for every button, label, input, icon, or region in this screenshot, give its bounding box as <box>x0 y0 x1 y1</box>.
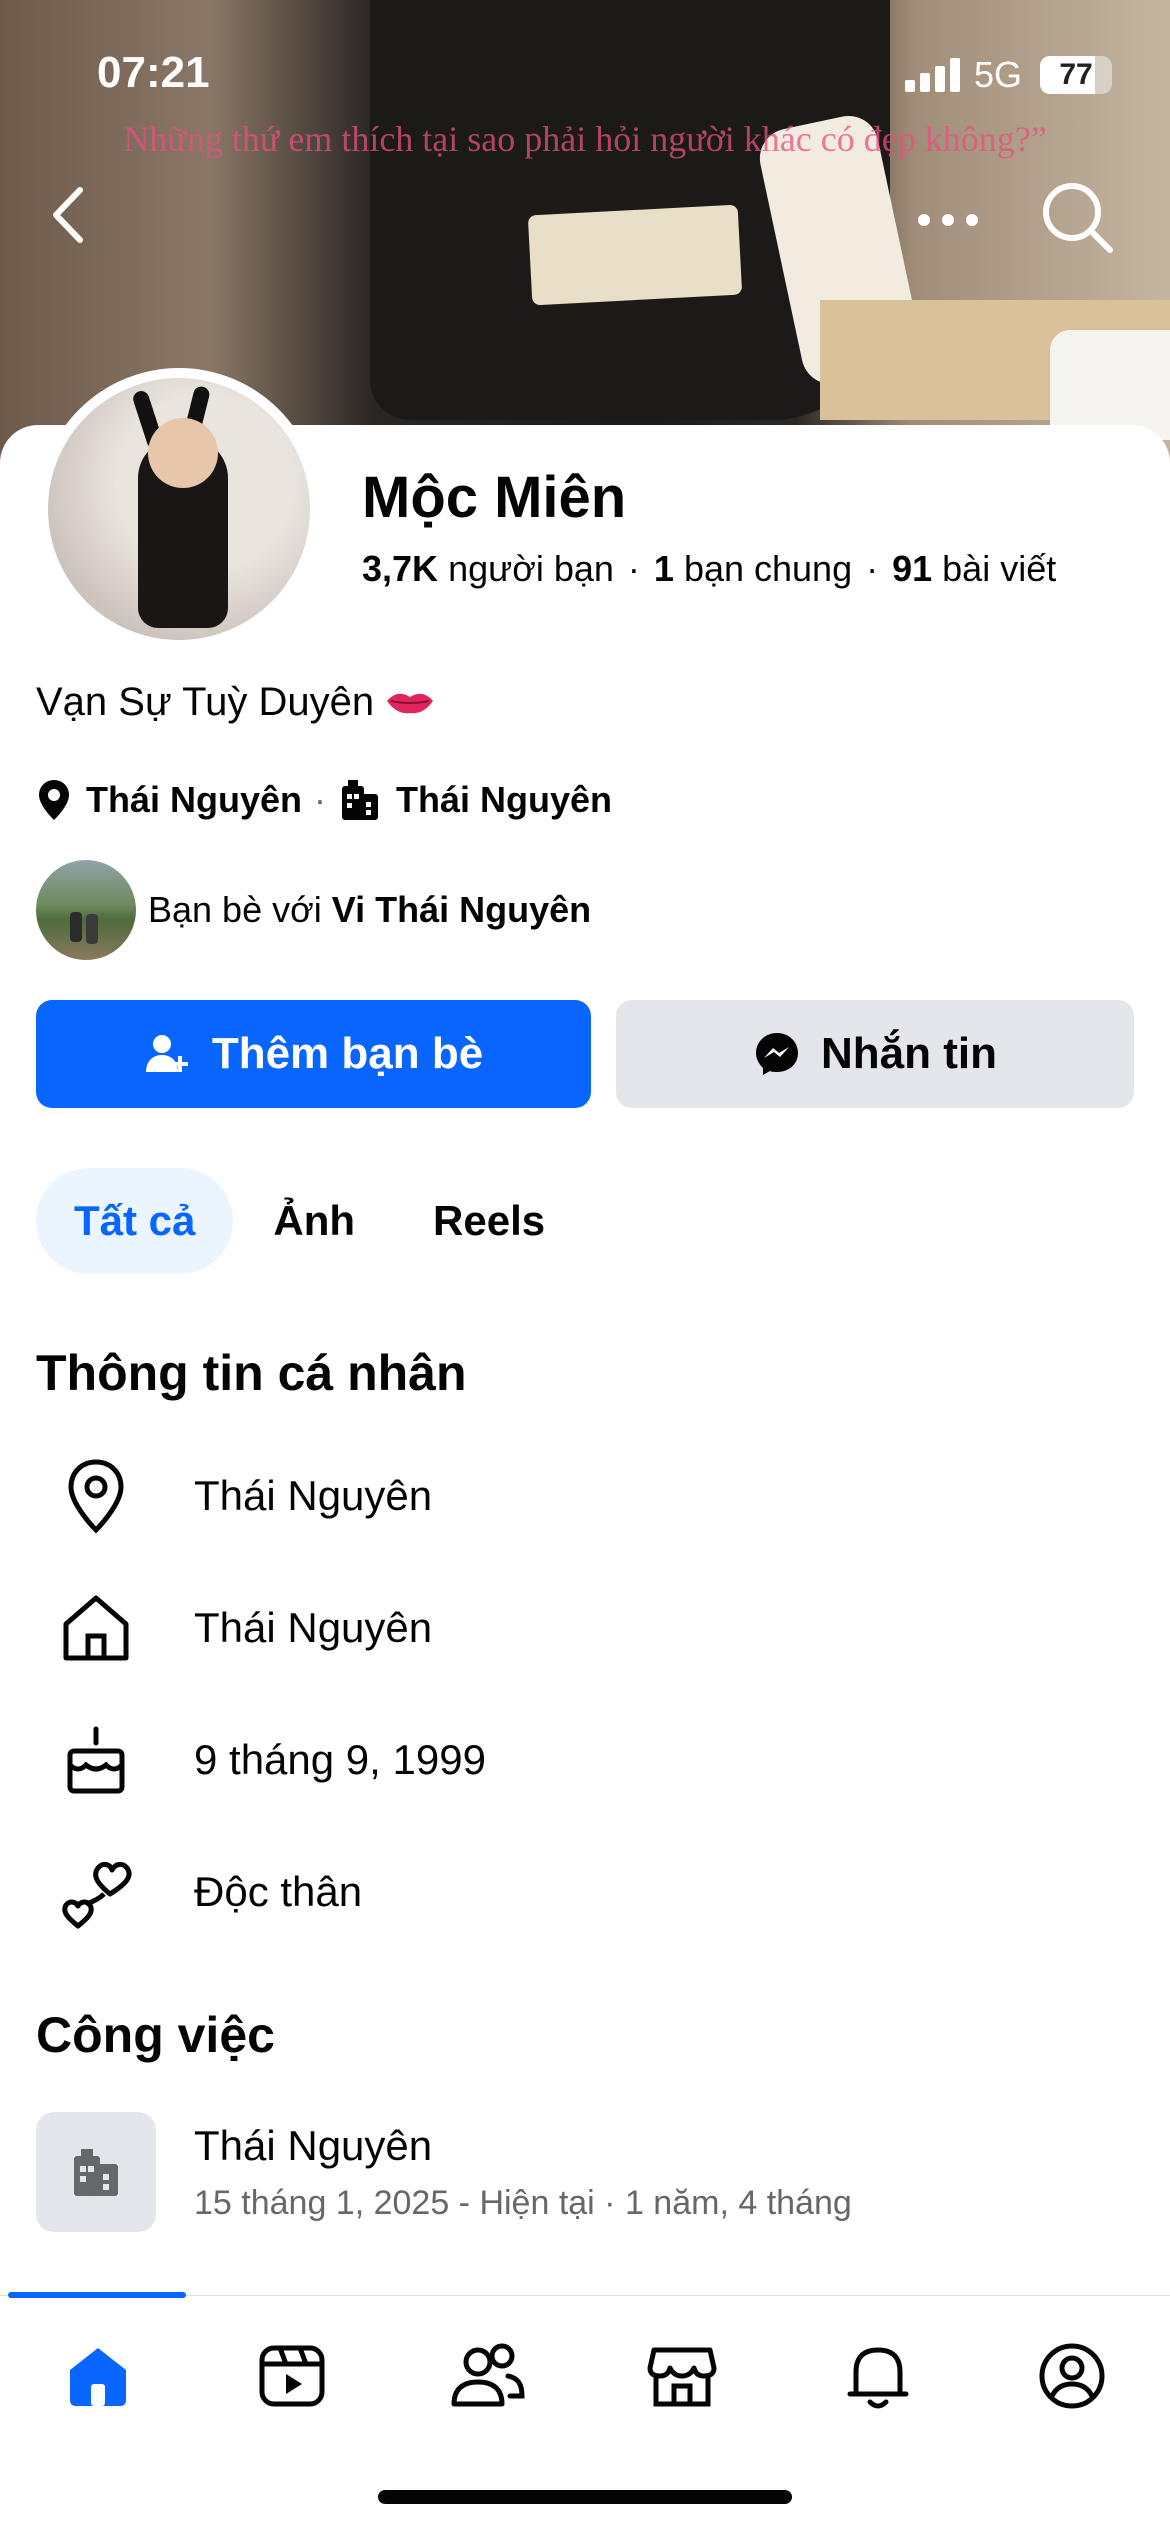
avatar-image <box>48 378 310 640</box>
profile-tab[interactable] <box>1032 2336 1112 2416</box>
active-tab-indicator <box>8 2292 186 2298</box>
more-options-button[interactable] <box>910 190 990 250</box>
profile-bio: Vạn Sự Tuỳ Duyên <box>36 680 435 725</box>
birthday-cake-icon <box>56 1720 136 1800</box>
marketplace-icon <box>647 2347 717 2407</box>
profile-name: Mộc Miên <box>362 465 627 530</box>
info-relationship-text: Độc thân <box>194 1868 363 1915</box>
friends-with-prefix: Bạn bè với <box>148 889 322 930</box>
search-icon <box>1043 183 1113 253</box>
info-row-location: Thái Nguyên <box>56 1456 432 1536</box>
marketplace-tab[interactable] <box>642 2336 722 2416</box>
mutual-count: 1 <box>653 548 674 589</box>
friends-label[interactable]: người bạn <box>448 548 614 589</box>
signal-icon <box>905 58 961 92</box>
notifications-tab[interactable] <box>838 2336 918 2416</box>
info-birthday-text: 9 tháng 9, 1999 <box>194 1736 486 1783</box>
relationship-hearts-icon <box>56 1852 136 1932</box>
message-button[interactable]: Nhắn tin <box>616 1000 1134 1108</box>
friends-count: 3,7K <box>362 548 439 589</box>
info-hometown-text: Thái Nguyên <box>194 1604 433 1651</box>
add-friend-icon <box>145 1035 188 1072</box>
posts-label: bài viết <box>942 548 1057 589</box>
kiss-lips-icon <box>387 693 434 714</box>
info-row-hometown: Thái Nguyên <box>56 1588 432 1668</box>
personal-info-title: Thông tin cá nhân <box>36 1345 467 1401</box>
add-friend-button[interactable]: Thêm bạn bè <box>36 1000 591 1108</box>
profile-tabs: Tất cả Ảnh Reels <box>36 1168 585 1274</box>
back-button[interactable] <box>42 180 102 250</box>
current-city: Thái Nguyên <box>86 779 303 820</box>
work-employer: Thái Nguyên <box>194 2121 433 2169</box>
friends-icon <box>451 2343 525 2407</box>
cover-sash <box>527 204 743 306</box>
tab-all[interactable]: Tất cả <box>36 1168 234 1274</box>
cover-caption: Những thứ em thích tại sao phải hỏi ngườ… <box>123 119 1047 159</box>
message-label: Nhắn tin <box>821 1029 997 1078</box>
video-icon <box>259 2345 325 2407</box>
workplace-building-icon <box>342 780 379 820</box>
location-line: Thái Nguyên · Thái Nguyên <box>36 778 612 822</box>
cover-chair <box>1050 330 1170 440</box>
notifications-icon <box>847 2347 909 2409</box>
more-dots-icon <box>918 214 978 226</box>
work-entry[interactable]: Thái Nguyên 15 tháng 1, 2025 - Hiện tại … <box>36 2112 852 2232</box>
tab-photos[interactable]: Ảnh <box>235 1168 393 1274</box>
info-row-relationship: Độc thân <box>56 1852 362 1932</box>
workplace-building-icon <box>36 2112 156 2232</box>
location-pin-icon <box>39 780 69 820</box>
friends-with[interactable]: Bạn bè với Vi Thái Nguyên <box>36 860 591 960</box>
tab-reels[interactable]: Reels <box>395 1168 583 1274</box>
network-type: 5G <box>974 54 1023 95</box>
video-tab[interactable] <box>252 2336 332 2416</box>
bio-text: Vạn Sự Tuỳ Duyên <box>36 680 375 724</box>
work-period: 15 tháng 1, 2025 - Hiện tại · 1 năm, 4 t… <box>194 2183 852 2222</box>
messenger-icon <box>756 1033 798 1075</box>
home-tab[interactable] <box>58 2336 138 2416</box>
status-time: 07:21 <box>97 48 210 97</box>
info-row-birthday: 9 tháng 9, 1999 <box>56 1720 486 1800</box>
friend-avatar <box>36 860 136 960</box>
battery-icon: 77 <box>1040 56 1112 94</box>
home-indicator[interactable] <box>378 2490 792 2504</box>
friends-tab[interactable] <box>448 2336 528 2416</box>
friends-with-name[interactable]: Vi Thái Nguyên <box>332 889 591 931</box>
chevron-left-icon <box>53 187 83 243</box>
info-location-text: Thái Nguyên <box>194 1472 433 1519</box>
work-title: Công việc <box>36 2007 275 2063</box>
mutual-label[interactable]: bạn chung <box>684 548 852 589</box>
profile-stats: 3,7K người bạn · 1 bạn chung · 91 bài viết <box>362 548 1057 589</box>
workplace-city: Thái Nguyên <box>396 779 613 820</box>
search-button[interactable] <box>1038 178 1118 258</box>
home-icon <box>70 2348 126 2406</box>
profile-icon <box>1039 2343 1105 2409</box>
location-pin-icon <box>56 1456 136 1536</box>
home-icon <box>56 1588 136 1668</box>
profile-avatar[interactable] <box>38 368 320 650</box>
posts-count: 91 <box>892 548 933 589</box>
add-friend-label: Thêm bạn bè <box>211 1029 484 1078</box>
battery-level: 77 <box>1059 58 1093 91</box>
